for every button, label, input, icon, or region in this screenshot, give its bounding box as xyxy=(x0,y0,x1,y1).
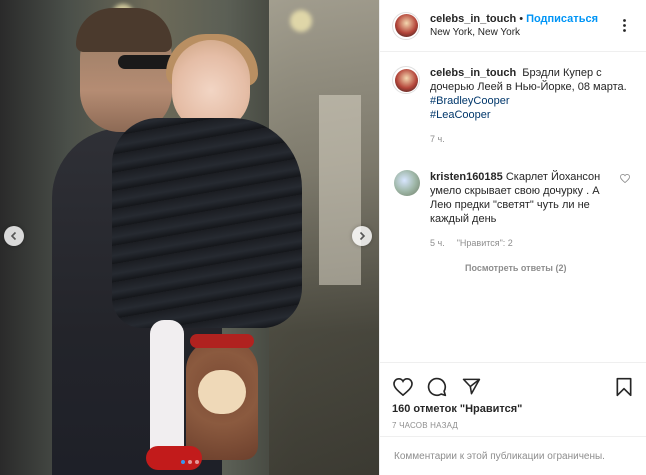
more-options-button[interactable] xyxy=(614,16,634,36)
backpack-strap xyxy=(190,334,254,348)
commenter-username[interactable]: kristen160185 xyxy=(430,171,503,183)
comment-body: kristen160185 Скарлет Йохансон умело скр… xyxy=(430,170,610,250)
like-button[interactable] xyxy=(392,376,414,398)
comment-likes[interactable]: "Нравится": 2 xyxy=(457,236,513,250)
comment-time[interactable]: 5 ч. xyxy=(430,236,445,250)
caption-body: celebs_in_touch Брэдли Купер с дочерью Л… xyxy=(430,66,630,146)
background-window xyxy=(319,95,361,285)
post-photo[interactable] xyxy=(0,0,379,475)
carousel-dot xyxy=(187,460,192,464)
dot-separator: • xyxy=(519,12,524,25)
post-actions-area: 160 отметок "Нравится" 7 ЧАСОВ НАЗАД xyxy=(380,362,646,430)
view-replies-button[interactable]: Посмотреть ответы (2) xyxy=(465,263,646,273)
author-username[interactable]: celebs_in_touch xyxy=(430,13,516,25)
heart-icon xyxy=(393,377,413,396)
instagram-post: celebs_in_touch • Подписаться New York, Ne… xyxy=(0,0,646,475)
author-avatar[interactable] xyxy=(392,11,420,40)
hashtag-link[interactable]: #LeaCooper xyxy=(430,108,630,122)
likes-count[interactable]: 160 отметок "Нравится" xyxy=(380,403,646,415)
red-shoe xyxy=(146,446,202,470)
location-link[interactable]: New York, New York xyxy=(430,26,614,40)
posted-time[interactable]: 7 ЧАСОВ НАЗАД xyxy=(380,421,646,430)
share-icon xyxy=(462,378,480,395)
carousel-dot-active xyxy=(180,460,185,464)
post-caption: celebs_in_touch Брэдли Купер с дочерью Л… xyxy=(380,52,646,146)
backpack-face xyxy=(198,370,246,414)
comment-button[interactable] xyxy=(426,376,448,398)
carousel-dot xyxy=(194,460,199,464)
comment-meta: 5 ч. "Нравится": 2 xyxy=(430,236,610,250)
heart-outline-icon xyxy=(620,173,630,184)
caption-avatar[interactable] xyxy=(392,66,420,94)
previous-photo-button[interactable] xyxy=(4,226,24,246)
comments-limited-notice: Комментарии к этой публикации ограничены… xyxy=(380,436,646,475)
caption-username[interactable]: celebs_in_touch xyxy=(430,67,516,79)
street-light xyxy=(290,10,312,32)
chevron-left-icon xyxy=(10,231,17,241)
save-button[interactable] xyxy=(613,376,635,398)
author-info: celebs_in_touch • Подписаться New York, Ne… xyxy=(430,12,614,40)
puffer-jacket xyxy=(112,118,302,328)
comment-icon xyxy=(427,377,447,396)
caption-time[interactable]: 7 ч. xyxy=(430,132,630,146)
man-hair xyxy=(76,8,172,52)
comment-like-button[interactable] xyxy=(620,170,630,250)
bookmark-icon xyxy=(616,377,632,396)
post-side-panel: celebs_in_touch • Подписаться New York, Ne… xyxy=(379,0,646,475)
post-header: celebs_in_touch • Подписаться New York, Ne… xyxy=(380,0,646,52)
chevron-right-icon xyxy=(359,231,366,241)
commenter-avatar[interactable] xyxy=(394,170,420,196)
follow-button[interactable]: Подписаться xyxy=(526,13,598,25)
comment-item: kristen160185 Скарлет Йохансон умело скр… xyxy=(380,146,646,250)
monkey-backpack xyxy=(186,334,258,460)
hashtag-link[interactable]: #BradleyCooper xyxy=(430,94,630,108)
next-photo-button[interactable] xyxy=(352,226,372,246)
carousel-dots xyxy=(0,460,379,464)
more-dots-icon xyxy=(622,19,626,32)
share-button[interactable] xyxy=(460,376,482,398)
action-bar xyxy=(380,363,646,401)
